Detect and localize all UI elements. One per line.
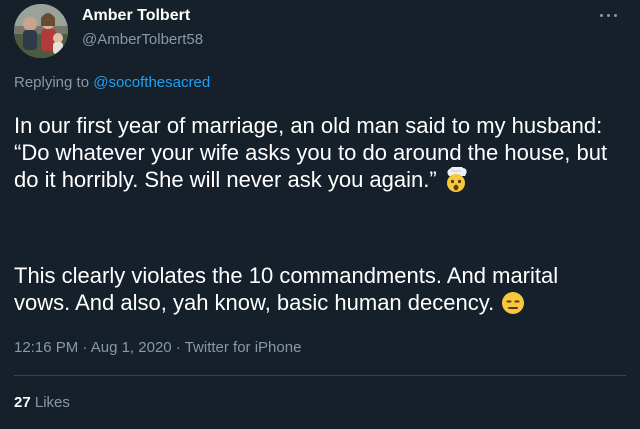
tweet-time[interactable]: 12:16 PM	[14, 339, 78, 356]
tweet-paragraph-2: This clearly violates the 10 commandment…	[14, 262, 614, 322]
tweet-metadata: 12:16 PM · Aug 1, 2020 · Twitter for iPh…	[14, 339, 301, 356]
more-options-icon[interactable]	[594, 4, 624, 26]
replying-to-label: Replying to	[14, 74, 94, 91]
likes-count: 27	[14, 394, 31, 411]
tweet-paragraph-1-text: In our first year of marriage, an old ma…	[14, 113, 608, 192]
exploding-head-emoji-icon	[443, 166, 469, 199]
tweet-paragraph-2-text: This clearly violates the 10 commandment…	[14, 263, 559, 315]
tweet-card: Amber Tolbert @AmberTolbert58 Replying t…	[0, 0, 640, 429]
author-handle[interactable]: @AmberTolbert58	[82, 31, 203, 48]
meta-separator-1: ·	[78, 339, 91, 356]
profile-photo-icon	[14, 4, 68, 58]
expressionless-face-emoji-icon	[500, 290, 526, 322]
reply-mention-link[interactable]: @socofthesacred	[93, 74, 210, 91]
likes-label: Likes	[34, 394, 70, 411]
likes-link[interactable]: 27 Likes	[14, 394, 70, 411]
tweet-date[interactable]: Aug 1, 2020	[91, 339, 172, 356]
divider	[14, 375, 626, 376]
author-display-name[interactable]: Amber Tolbert	[82, 7, 190, 25]
tweet-paragraph-1: In our first year of marriage, an old ma…	[14, 112, 614, 199]
tweet-source-link[interactable]: Twitter for iPhone	[185, 339, 302, 356]
avatar[interactable]	[14, 4, 68, 58]
meta-separator-2: ·	[171, 339, 185, 356]
replying-to-line: Replying to @socofthesacred	[14, 74, 210, 91]
